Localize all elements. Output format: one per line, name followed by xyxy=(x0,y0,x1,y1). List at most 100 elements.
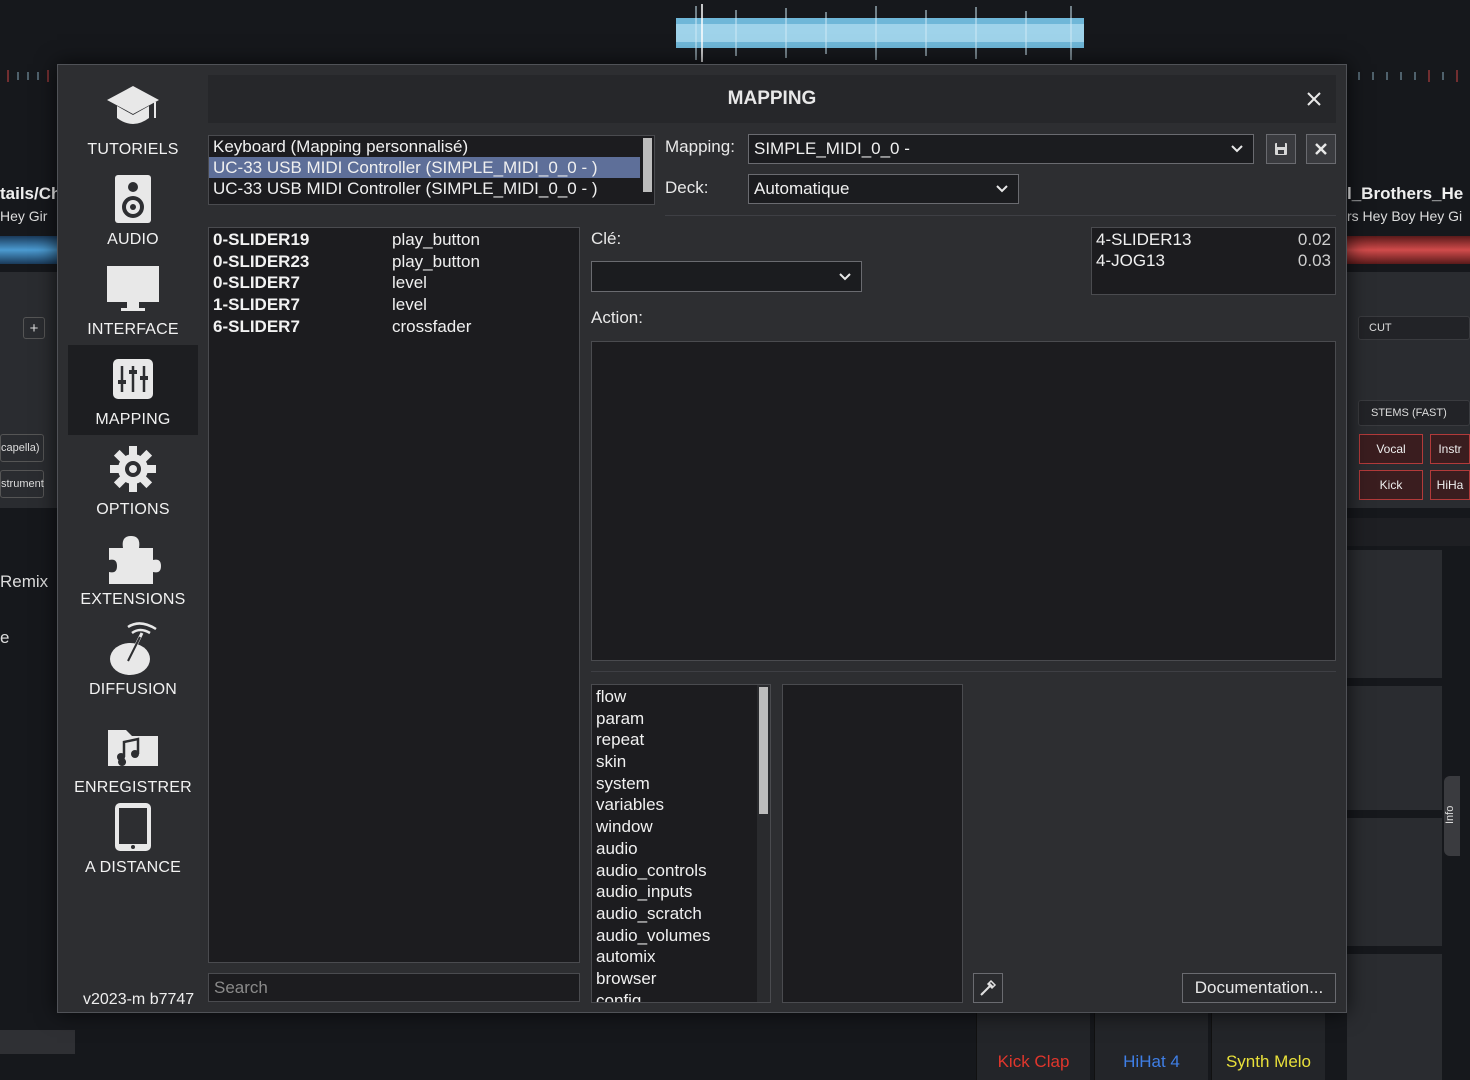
close-button[interactable] xyxy=(1302,87,1326,111)
device-row[interactable]: Keyboard (Mapping personnalisé) xyxy=(209,136,640,157)
pad-hihat-4[interactable]: HiHat 4 xyxy=(1094,1012,1208,1080)
device-row-selected[interactable]: UC-33 USB MIDI Controller (SIMPLE_MIDI_0… xyxy=(209,157,640,178)
divider xyxy=(665,215,1336,216)
deck-select-value: Automatique xyxy=(754,179,850,198)
table-row[interactable]: 0-SLIDER23 play_button xyxy=(209,251,579,273)
sidebar-item-audio[interactable]: AUDIO xyxy=(68,165,198,255)
left-deck-waveform xyxy=(0,236,57,264)
pad-synth-melo[interactable]: Synth Melo xyxy=(1211,1012,1325,1080)
list-item[interactable]: flow xyxy=(592,686,770,708)
list-item[interactable]: repeat xyxy=(592,729,770,751)
monitor-value: 0.03 xyxy=(1297,251,1331,271)
verb-category-list[interactable]: flow param repeat skin system variables … xyxy=(591,684,771,1003)
puzzle-icon xyxy=(104,531,162,587)
right-stem-instr[interactable]: Instr xyxy=(1430,434,1470,464)
sidebar-item-tutoriels[interactable]: TUTORIELS xyxy=(68,75,198,165)
mapping-list[interactable]: 0-SLIDER19 play_button 0-SLIDER23 play_but… xyxy=(208,227,580,963)
chevron-down-icon xyxy=(1231,145,1243,153)
mapping-action: play_button xyxy=(392,251,480,271)
sliders-icon xyxy=(104,351,162,407)
list-item[interactable]: system xyxy=(592,773,770,795)
device-row[interactable]: UC-33 USB MIDI Controller (SIMPLE_MIDI_0… xyxy=(209,178,640,199)
list-item[interactable]: param xyxy=(592,708,770,730)
list-item[interactable]: config xyxy=(592,990,770,1002)
verb-list-scrollbar[interactable] xyxy=(759,687,768,814)
right-stem-vocal[interactable]: Vocal xyxy=(1359,434,1423,464)
list-item[interactable]: skin xyxy=(592,751,770,773)
info-tab[interactable]: Info xyxy=(1444,776,1460,856)
left-deck-subtitle: Hey Gir xyxy=(0,208,48,224)
sidebar-item-label: DIFFUSION xyxy=(88,681,178,698)
left-add-button[interactable]: + xyxy=(23,317,45,339)
settings-sidebar: TUTORIELS AUDIO INTERFACE MAPPING OPTION… xyxy=(68,75,198,1008)
table-row[interactable]: 0-SLIDER7 level xyxy=(209,273,579,295)
right-beat-ticks xyxy=(1358,70,1458,82)
right-pad-3 xyxy=(1347,818,1442,946)
dialog-titlebar: MAPPING xyxy=(208,75,1336,123)
list-item[interactable]: automix xyxy=(592,946,770,968)
sidebar-item-interface[interactable]: INTERFACE xyxy=(68,255,198,345)
left-track-remix: Remix xyxy=(0,572,49,591)
pipette-icon xyxy=(980,979,997,996)
right-stem-hihat[interactable]: HiHa xyxy=(1430,470,1470,500)
mapping-key: 1-SLIDER7 xyxy=(213,295,300,315)
left-stem-instrument[interactable]: strument xyxy=(0,470,44,498)
pad-label: HiHat 4 xyxy=(1123,1052,1180,1071)
list-item[interactable]: audio_controls xyxy=(592,860,770,882)
right-deck-title: l_Brothers_He xyxy=(1347,184,1464,203)
right-cut-button[interactable]: CUT xyxy=(1358,316,1470,340)
sidebar-item-extensions[interactable]: EXTENSIONS xyxy=(68,525,198,615)
sidebar-item-enregistrer[interactable]: ENREGISTRER xyxy=(68,713,198,803)
list-item[interactable]: browser xyxy=(592,968,770,990)
delete-mapping-button[interactable] xyxy=(1306,134,1336,164)
learn-button[interactable] xyxy=(973,973,1003,1003)
list-item[interactable]: audio_volumes xyxy=(592,925,770,947)
table-row[interactable]: 6-SLIDER7 crossfader xyxy=(209,316,579,338)
right-pad-2 xyxy=(1347,686,1442,810)
list-item[interactable]: window xyxy=(592,816,770,838)
save-mapping-button[interactable] xyxy=(1266,134,1296,164)
sidebar-item-label: AUDIO xyxy=(107,231,159,248)
table-row[interactable]: 0-SLIDER19 play_button xyxy=(209,229,579,251)
left-stem-acapella[interactable]: capella) xyxy=(0,434,44,462)
table-row[interactable]: 1-SLIDER7 level xyxy=(209,294,579,316)
mapping-key: 0-SLIDER23 xyxy=(213,251,310,271)
list-item[interactable]: variables xyxy=(592,794,770,816)
key-select[interactable] xyxy=(591,261,862,292)
mapping-select[interactable]: SIMPLE_MIDI_0_0 - xyxy=(748,134,1254,164)
info-tab-label: Info xyxy=(1444,805,1456,824)
documentation-button[interactable]: Documentation... xyxy=(1182,973,1336,1003)
sidebar-item-options[interactable]: OPTIONS xyxy=(68,435,198,525)
right-stems-label: STEMS (FAST) xyxy=(1358,400,1470,426)
left-beat-ticks xyxy=(7,70,49,82)
verb-list[interactable] xyxy=(782,684,963,1003)
monitor-icon xyxy=(104,261,162,317)
sidebar-item-diffusion[interactable]: DIFFUSION xyxy=(68,615,198,705)
action-label: Action: xyxy=(591,308,643,327)
music-folder-icon xyxy=(104,719,162,775)
sidebar-item-mapping[interactable]: MAPPING xyxy=(68,345,198,435)
mapping-action: level xyxy=(392,295,427,315)
device-list[interactable]: Keyboard (Mapping personnalisé) UC-33 US… xyxy=(208,135,655,205)
sidebar-item-label: EXTENSIONS xyxy=(80,591,186,608)
left-deck-title: tails/Ch xyxy=(0,184,62,203)
list-item[interactable]: audio_scratch xyxy=(592,903,770,925)
speaker-icon xyxy=(104,171,162,227)
chevron-down-icon xyxy=(996,185,1008,193)
broadcast-dish-icon xyxy=(104,621,162,677)
right-stem-kick[interactable]: Kick xyxy=(1359,470,1423,500)
list-item[interactable]: audio xyxy=(592,838,770,860)
action-editor[interactable] xyxy=(591,341,1336,661)
sidebar-item-label: TUTORIELS xyxy=(87,141,179,158)
tablet-icon xyxy=(104,799,162,855)
search-input[interactable] xyxy=(208,973,580,1002)
pad-kick-clap[interactable]: Kick Clap xyxy=(976,1012,1090,1080)
deck-select[interactable]: Automatique xyxy=(748,174,1019,204)
device-list-scrollbar[interactable] xyxy=(643,138,652,192)
list-item[interactable]: audio_inputs xyxy=(592,881,770,903)
graduation-cap-icon xyxy=(104,81,162,137)
sidebar-item-a-distance[interactable]: A DISTANCE xyxy=(68,793,198,883)
pad-label: Kick Clap xyxy=(997,1052,1070,1071)
right-deck-subtitle: rs Hey Boy Hey Gi xyxy=(1347,208,1463,224)
monitor-row: 4-SLIDER13 0.02 xyxy=(1096,229,1331,251)
